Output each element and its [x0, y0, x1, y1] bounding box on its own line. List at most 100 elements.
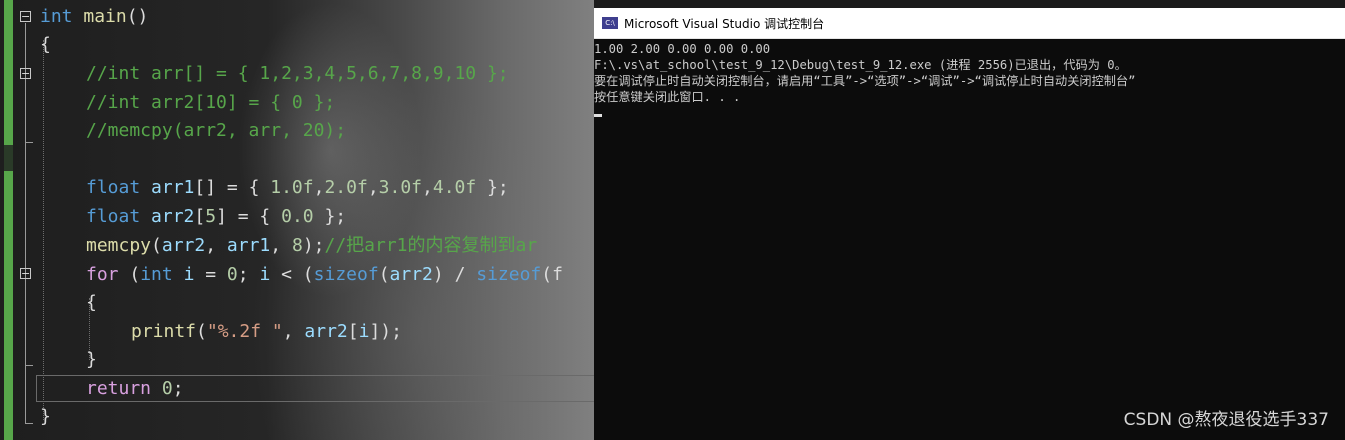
- code-line-2: {: [40, 33, 51, 57]
- code-line-5: //memcpy(arr2, arr, 20);: [86, 119, 346, 143]
- token-number: 8: [291, 235, 303, 256]
- token-punct: ) /: [432, 264, 477, 285]
- token-punct: ,: [205, 235, 227, 256]
- token-string: "%.2f ": [206, 321, 283, 342]
- code-line-9: memcpy(arr2, arr1, 8);//把arr1的内容复制到ar: [86, 234, 537, 258]
- token-variable: i: [259, 264, 271, 285]
- token-punct: ,: [313, 177, 325, 198]
- console-title: Microsoft Visual Studio 调试控制台: [624, 16, 825, 31]
- fold-toggle-comment[interactable]: −: [20, 68, 31, 79]
- token-punct: ;: [172, 378, 184, 399]
- token-variable: arr2: [151, 206, 195, 227]
- token-punct: {: [86, 292, 97, 313]
- token-comment: //把arr1的内容复制到ar: [324, 235, 538, 256]
- token-punct: (: [151, 235, 162, 256]
- token-control: return: [86, 378, 152, 399]
- token-punct: ,: [282, 321, 305, 342]
- token-punct: [151, 378, 162, 399]
- token-number: 1.0f: [270, 177, 314, 198]
- token-punct: (: [378, 264, 390, 285]
- token-keyword: int: [140, 264, 173, 285]
- code-line-15: }: [40, 405, 51, 429]
- token-comment: //int arr[] = { 1,2,3,4,5,6,7,8,9,10 };: [86, 63, 509, 84]
- token-keyword: float: [86, 177, 141, 198]
- token-punct: }: [40, 406, 51, 427]
- console-line-prompt: 按任意键关闭此窗口. . .: [594, 90, 741, 104]
- token-number: 4.0f: [432, 177, 477, 198]
- token-comment: //memcpy(arr2, arr, 20);: [86, 120, 347, 141]
- token-punct: (: [196, 321, 207, 342]
- token-punct: [] = {: [194, 177, 271, 198]
- code-line-14: return 0;: [86, 377, 184, 401]
- token-function: memcpy: [86, 235, 152, 256]
- token-variable: arr2: [304, 321, 348, 342]
- token-number: 5: [205, 206, 217, 227]
- code-line-13: }: [86, 348, 97, 372]
- code-editor[interactable]: − − − int main() { //int arr[] = { 1,2,3…: [0, 0, 594, 440]
- token-punct: ]);: [369, 321, 402, 342]
- console-line-exit: F:\.vs\at_school\test_9_12\Debug\test_9_…: [594, 58, 1127, 72]
- console-line-output: 1.00 2.00 0.00 0.00 0.00: [594, 42, 771, 56]
- token-number: 0: [226, 264, 238, 285]
- token-keyword: float: [86, 206, 141, 227]
- token-punct: [: [347, 321, 359, 342]
- token-punct: (f: [541, 264, 563, 285]
- token-punct: ,: [422, 177, 433, 198]
- token-variable: i: [358, 321, 370, 342]
- code-line-3: //int arr[] = { 1,2,3,4,5,6,7,8,9,10 };: [86, 62, 509, 86]
- token-punct: ] = {: [216, 206, 282, 227]
- token-variable: arr2: [389, 264, 433, 285]
- console-app-icon: C:\: [602, 17, 618, 29]
- token-punct: ,: [367, 177, 379, 198]
- token-number: 0: [161, 378, 173, 399]
- token-punct: =: [194, 264, 227, 285]
- token-number: 0.0: [281, 206, 314, 227]
- token-punct: };: [476, 177, 509, 198]
- token-punct: };: [313, 206, 347, 227]
- console-titlebar[interactable]: C:\ Microsoft Visual Studio 调试控制台: [594, 8, 1345, 39]
- token-variable: arr1: [226, 235, 271, 256]
- debug-console-window[interactable]: C:\ Microsoft Visual Studio 调试控制台 1.00 2…: [594, 8, 1345, 440]
- code-line-7: float arr1[] = { 1.0f,2.0f,3.0f,4.0f };: [86, 176, 509, 200]
- console-line-hint: 要在调试停止时自动关闭控制台，请启用“工具”->“选项”->“调试”->“调试停…: [594, 74, 1136, 88]
- token-keyword: sizeof: [476, 264, 542, 285]
- fold-line-main: [25, 23, 26, 423]
- token-punct: [173, 264, 184, 285]
- token-punct: (): [126, 6, 149, 27]
- code-line-4: //int arr2[10] = { 0 };: [86, 91, 335, 115]
- token-punct: ;: [237, 264, 260, 285]
- token-function: printf: [131, 321, 197, 342]
- fold-end-for: [25, 365, 33, 366]
- console-cursor: [594, 114, 602, 117]
- token-punct: );: [302, 235, 325, 256]
- code-line-11: {: [86, 291, 97, 315]
- token-punct: (: [118, 264, 141, 285]
- watermark: CSDN @熬夜退役选手337: [1123, 410, 1329, 430]
- indent-guide: [43, 40, 44, 420]
- token-comment: //int arr2[10] = { 0 };: [86, 92, 336, 113]
- token-punct: }: [86, 349, 97, 370]
- code-line-8: float arr2[5] = { 0.0 };: [86, 205, 346, 229]
- token-variable: arr1: [151, 177, 195, 198]
- fold-end-comment: [25, 142, 33, 143]
- code-line-1: int main(): [40, 5, 148, 29]
- change-margin: [4, 0, 13, 440]
- token-punct: ,: [270, 235, 292, 256]
- token-punct: < (: [270, 264, 314, 285]
- fold-toggle-for[interactable]: −: [20, 268, 31, 279]
- token-keyword: sizeof: [313, 264, 379, 285]
- token-variable: i: [183, 264, 195, 285]
- token-variable: arr2: [161, 235, 206, 256]
- code-line-12: printf("%.2f ", arr2[i]);: [131, 320, 402, 344]
- code-line-10: for (int i = 0; i < (sizeof(arr2) / size…: [86, 263, 563, 287]
- token-punct: {: [40, 34, 51, 55]
- token-number: 3.0f: [378, 177, 423, 198]
- token-control: for: [86, 264, 119, 285]
- token-function: main: [83, 6, 127, 27]
- fold-end-main: [25, 423, 33, 424]
- fold-toggle-main[interactable]: −: [20, 11, 31, 22]
- token-keyword: int: [40, 6, 73, 27]
- console-output[interactable]: 1.00 2.00 0.00 0.00 0.00 F:\.vs\at_schoo…: [594, 39, 1345, 117]
- change-margin-gap: [4, 145, 13, 171]
- token-number: 2.0f: [324, 177, 368, 198]
